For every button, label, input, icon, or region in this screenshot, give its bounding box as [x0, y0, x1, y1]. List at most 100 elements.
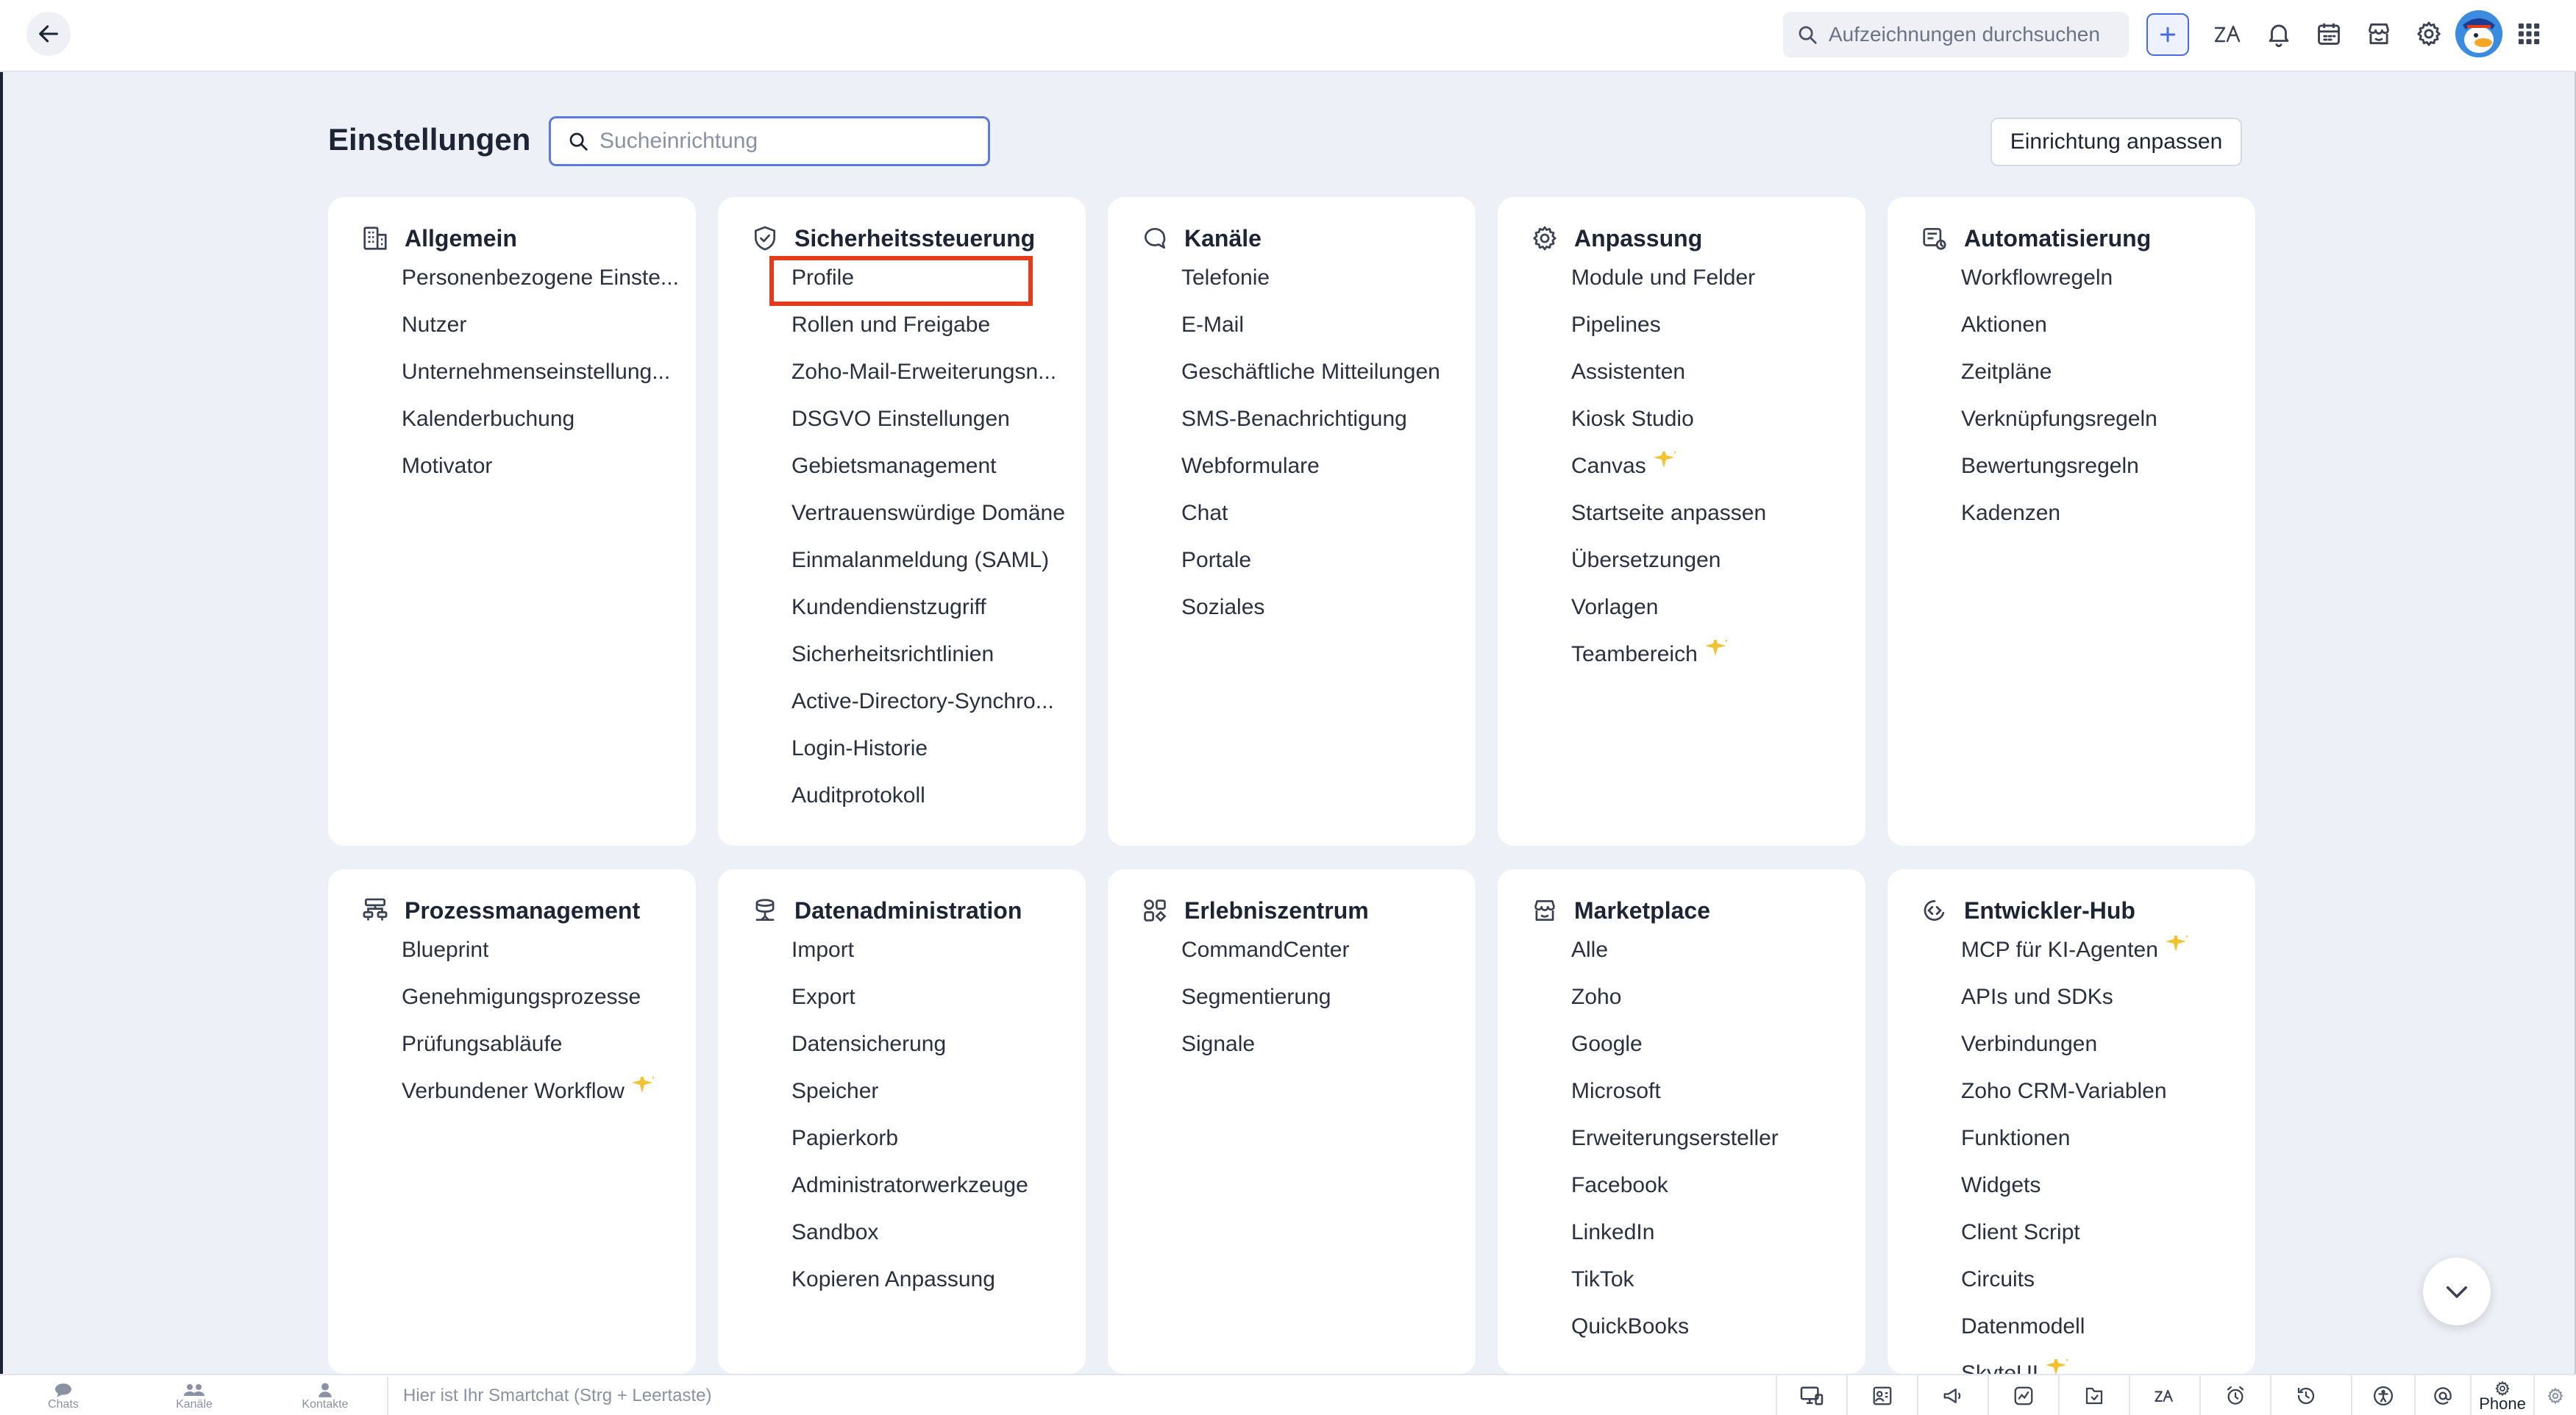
- settings-button[interactable]: [2411, 16, 2447, 51]
- setup-search-field[interactable]: [549, 116, 990, 166]
- settings-link-tiktok[interactable]: TikTok: [1571, 1265, 1860, 1312]
- settings-link-erweiterungsersteller[interactable]: Erweiterungsersteller: [1571, 1124, 1860, 1171]
- settings-link-linkedin[interactable]: LinkedIn: [1571, 1218, 1860, 1265]
- settings-link-sandbox[interactable]: Sandbox: [791, 1218, 1080, 1265]
- settings-link-segmentierung[interactable]: Segmentierung: [1181, 983, 1470, 1030]
- global-search[interactable]: Aufzeichnungen durchsuchen: [1783, 12, 2129, 57]
- settings-link-workflowregeln[interactable]: Workflowregeln: [1961, 263, 2249, 310]
- setup-search-input[interactable]: [599, 129, 967, 154]
- bottom-mentions-button[interactable]: [2414, 1375, 2470, 1415]
- settings-link-administratorwerkzeuge[interactable]: Administratorwerkzeuge: [791, 1171, 1080, 1218]
- bottom-signals-button[interactable]: [2058, 1375, 2129, 1415]
- settings-link-motivator[interactable]: Motivator: [402, 452, 690, 499]
- settings-link-assistenten[interactable]: Assistenten: [1571, 357, 1860, 404]
- settings-link-papierkorb[interactable]: Papierkorb: [791, 1124, 1080, 1171]
- settings-link-geschaftliche-mitteilungen[interactable]: Geschäftliche Mitteilungen: [1181, 357, 1470, 404]
- settings-link-portale[interactable]: Portale: [1181, 546, 1470, 593]
- settings-link-auditprotokoll[interactable]: Auditprotokoll: [791, 781, 1080, 828]
- settings-link-active-directory-synchro[interactable]: Active-Directory-Synchro...: [791, 687, 1080, 734]
- settings-link-verknupfungsregeln[interactable]: Verknüpfungsregeln: [1961, 404, 2249, 452]
- bottom-accessibility-button[interactable]: [2351, 1375, 2414, 1415]
- scroll-down-button[interactable]: [2423, 1258, 2491, 1325]
- bottom-tab-chats[interactable]: Chats: [19, 1378, 107, 1415]
- settings-link-ubersetzungen[interactable]: Übersetzungen: [1571, 546, 1860, 593]
- settings-link-sicherheitsrichtlinien[interactable]: Sicherheitsrichtlinien: [791, 640, 1080, 687]
- bottom-alarm-button[interactable]: [2199, 1375, 2270, 1415]
- settings-link-verbindungen[interactable]: Verbindungen: [1961, 1030, 2249, 1077]
- settings-link-commandcenter[interactable]: CommandCenter: [1181, 935, 1470, 983]
- settings-link-soziales[interactable]: Soziales: [1181, 593, 1470, 640]
- settings-link-chat[interactable]: Chat: [1181, 499, 1470, 546]
- bottom-history-button[interactable]: [2270, 1375, 2341, 1415]
- settings-link-export[interactable]: Export: [791, 983, 1080, 1030]
- settings-link-client-script[interactable]: Client Script: [1961, 1218, 2249, 1265]
- zia-button[interactable]: [2211, 16, 2246, 51]
- settings-link-google[interactable]: Google: [1571, 1030, 1860, 1077]
- settings-link-genehmigungsprozesse[interactable]: Genehmigungsprozesse: [402, 983, 690, 1030]
- bottom-tab-channels[interactable]: Kanäle: [150, 1378, 238, 1415]
- settings-link-speicher[interactable]: Speicher: [791, 1077, 1080, 1124]
- settings-link-vertrauenswurdige-domane[interactable]: Vertrauenswürdige Domäne: [791, 499, 1080, 546]
- settings-link-kalenderbuchung[interactable]: Kalenderbuchung: [402, 404, 690, 452]
- bottom-zia-button[interactable]: [2129, 1375, 2199, 1415]
- bottom-phone-settings-button[interactable]: [2533, 1375, 2576, 1415]
- settings-link-login-historie[interactable]: Login-Historie: [791, 734, 1080, 781]
- settings-link-e-mail[interactable]: E-Mail: [1181, 310, 1470, 357]
- settings-link-apis-und-sdks[interactable]: APIs und SDKs: [1961, 983, 2249, 1030]
- settings-link-circuits[interactable]: Circuits: [1961, 1265, 2249, 1312]
- user-avatar[interactable]: [2455, 10, 2502, 57]
- settings-link-microsoft[interactable]: Microsoft: [1571, 1077, 1860, 1124]
- settings-link-rollen-und-freigabe[interactable]: Rollen und Freigabe: [791, 310, 1080, 357]
- notifications-button[interactable]: [2261, 16, 2296, 51]
- settings-link-facebook[interactable]: Facebook: [1571, 1171, 1860, 1218]
- settings-link-signale[interactable]: Signale: [1181, 1030, 1470, 1077]
- settings-link-gebietsmanagement[interactable]: Gebietsmanagement: [791, 452, 1080, 499]
- settings-link-zoho-crm-variablen[interactable]: Zoho CRM-Variablen: [1961, 1077, 2249, 1124]
- back-button[interactable]: [26, 12, 71, 56]
- settings-link-datenmodell[interactable]: Datenmodell: [1961, 1312, 2249, 1359]
- bottom-screen-share-button[interactable]: [1776, 1375, 1846, 1415]
- settings-link-blueprint[interactable]: Blueprint: [402, 935, 690, 983]
- apps-grid-button[interactable]: [2511, 16, 2547, 51]
- settings-link-kundendienstzugriff[interactable]: Kundendienstzugriff: [791, 593, 1080, 640]
- settings-link-zeitplane[interactable]: Zeitpläne: [1961, 357, 2249, 404]
- settings-link-telefonie[interactable]: Telefonie: [1181, 263, 1470, 310]
- create-new-button[interactable]: [2146, 13, 2189, 56]
- settings-link-kopieren-anpassung[interactable]: Kopieren Anpassung: [791, 1265, 1080, 1312]
- settings-link-quickbooks[interactable]: QuickBooks: [1571, 1312, 1860, 1359]
- settings-link-import[interactable]: Import: [791, 935, 1080, 983]
- settings-link-mcp-fur-ki-agenten[interactable]: MCP für KI-Agenten: [1961, 935, 2249, 983]
- settings-link-einmalanmeldung-saml[interactable]: Einmalanmeldung (SAML): [791, 546, 1080, 593]
- settings-link-startseite-anpassen[interactable]: Startseite anpassen: [1571, 499, 1860, 546]
- settings-link-verbundener-workflow[interactable]: Verbundener Workflow: [402, 1077, 690, 1124]
- settings-link-sms-benachrichtigung[interactable]: SMS-Benachrichtigung: [1181, 404, 1470, 452]
- settings-link-nutzer[interactable]: Nutzer: [402, 310, 690, 357]
- settings-link-kadenzen[interactable]: Kadenzen: [1961, 499, 2249, 546]
- settings-link-vorlagen[interactable]: Vorlagen: [1571, 593, 1860, 640]
- settings-link-alle[interactable]: Alle: [1571, 935, 1860, 983]
- settings-link-webformulare[interactable]: Webformulare: [1181, 452, 1470, 499]
- settings-link-unternehmenseinstellung[interactable]: Unternehmenseinstellung...: [402, 357, 690, 404]
- bottom-campaigns-button[interactable]: [1917, 1375, 1988, 1415]
- bottom-tab-contacts[interactable]: Kontakte: [281, 1378, 369, 1415]
- settings-link-personenbezogene-einste[interactable]: Personenbezogene Einste...: [402, 263, 690, 310]
- settings-link-canvas[interactable]: Canvas: [1571, 452, 1860, 499]
- settings-link-prufungsablaufe[interactable]: Prüfungsabläufe: [402, 1030, 690, 1077]
- marketplace-button[interactable]: [2361, 16, 2397, 51]
- settings-link-teambereich[interactable]: Teambereich: [1571, 640, 1860, 687]
- settings-link-zoho-mail-erweiterungsn[interactable]: Zoho-Mail-Erweiterungsn...: [791, 357, 1080, 404]
- settings-link-dsgvo-einstellungen[interactable]: DSGVO Einstellungen: [791, 404, 1080, 452]
- settings-link-widgets[interactable]: Widgets: [1961, 1171, 2249, 1218]
- settings-link-datensicherung[interactable]: Datensicherung: [791, 1030, 1080, 1077]
- bottom-phone-button[interactable]: Phone: [2470, 1375, 2533, 1415]
- calendar-button[interactable]: [2311, 16, 2346, 51]
- customize-setup-button[interactable]: Einrichtung anpassen: [1990, 118, 2242, 166]
- settings-link-aktionen[interactable]: Aktionen: [1961, 310, 2249, 357]
- settings-link-kiosk-studio[interactable]: Kiosk Studio: [1571, 404, 1860, 452]
- settings-link-bewertungsregeln[interactable]: Bewertungsregeln: [1961, 452, 2249, 499]
- smartchat-input[interactable]: Hier ist Ihr Smartchat (Strg + Leertaste…: [387, 1377, 1770, 1415]
- bottom-analytics-button[interactable]: [1988, 1375, 2058, 1415]
- bottom-contact-card-button[interactable]: [1846, 1375, 1917, 1415]
- settings-link-zoho[interactable]: Zoho: [1571, 983, 1860, 1030]
- settings-link-funktionen[interactable]: Funktionen: [1961, 1124, 2249, 1171]
